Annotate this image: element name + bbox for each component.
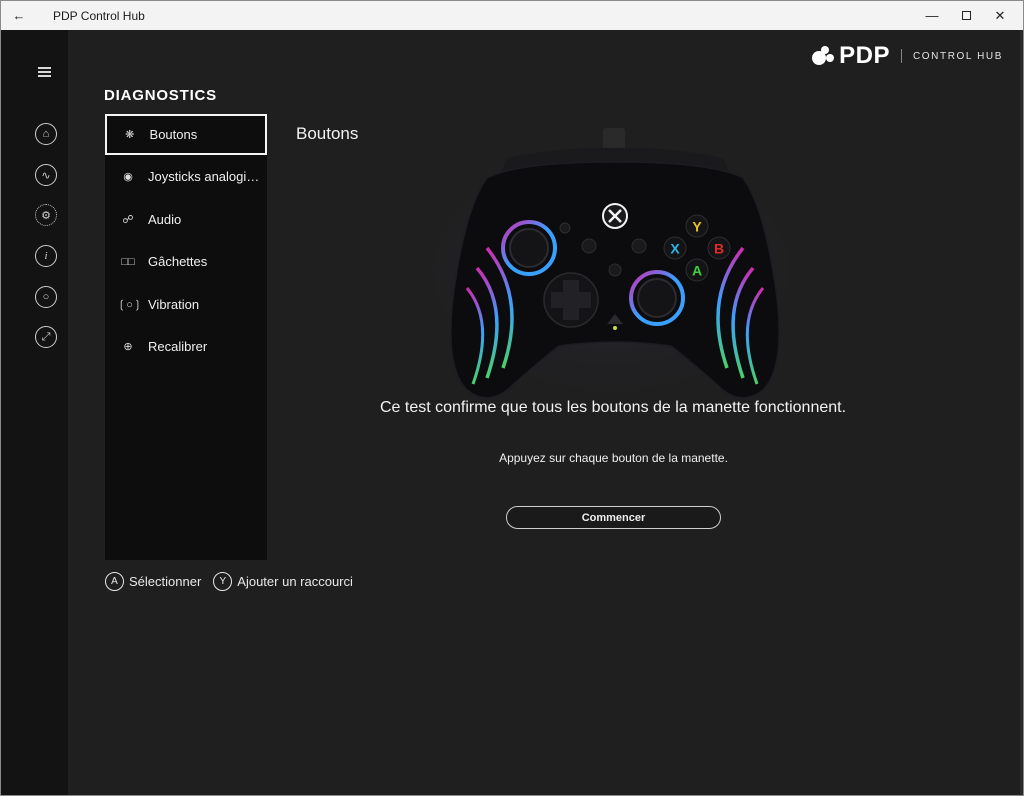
menu-item-label: Joysticks analogiques [148, 169, 266, 184]
menu-item-label: Recalibrer [148, 339, 208, 354]
menu-item-label: Vibration [148, 297, 200, 312]
share-button [608, 263, 622, 277]
back-arrow-icon[interactable]: ← [1, 1, 37, 30]
hint-shortcut: Ajouter un raccourci [237, 574, 353, 589]
menu-item-joysticks[interactable]: ◉ Joysticks analogiques [105, 156, 267, 197]
headset-icon: ☍ [122, 214, 134, 226]
expand-icon[interactable]: ⤢ [35, 326, 57, 348]
diagnostics-menu: ❋ Boutons ◉ Joysticks analogiques ☍ Audi… [105, 114, 267, 560]
a-face-label: A [692, 263, 702, 279]
b-face-label: B [714, 241, 724, 257]
window-title: PDP Control Hub [53, 9, 145, 23]
app-window: ← PDP Control Hub — ✕ ⌂ ∿ ⚙ i ○ ⤢ PDP CO… [0, 0, 1024, 796]
recalibrate-icon: ⊕ [123, 341, 133, 353]
menu-item-audio[interactable]: ☍ Audio [105, 199, 267, 240]
y-face-label: Y [692, 219, 702, 235]
menu-item-label: Audio [148, 212, 182, 227]
test-description: Ce test confirme que tous les boutons de… [379, 399, 847, 416]
menu-item-gachettes[interactable]: □□ Gâchettes [105, 241, 267, 282]
home-icon[interactable]: ⌂ [35, 123, 57, 145]
vibration-icon: ❲○❳ [117, 299, 143, 311]
brand-name: PDP [839, 42, 890, 69]
left-joystick [509, 228, 549, 268]
menu-item-label: Boutons [149, 127, 198, 142]
controller-image: Y X B A [450, 128, 780, 399]
right-joystick [637, 278, 677, 318]
buttons-icon: ❋ [125, 129, 135, 141]
menu-item-boutons[interactable]: ❋ Boutons [105, 114, 267, 155]
brand-logo: PDP CONTROL HUB [812, 42, 1003, 70]
aux-button [559, 222, 571, 234]
pdp-logo-icon [812, 46, 835, 66]
view-button [581, 238, 597, 254]
menu-button [631, 238, 647, 254]
joystick-icon: ◉ [123, 171, 133, 183]
status-led [613, 326, 617, 330]
brand-divider [900, 49, 902, 63]
activity-icon[interactable]: ∿ [35, 164, 57, 186]
brand-product: CONTROL HUB [912, 50, 1003, 62]
window-edge [1020, 30, 1023, 795]
menu-icon[interactable] [38, 67, 51, 80]
triggers-icon: □□ [121, 255, 135, 268]
hint-select: Sélectionner [129, 574, 202, 589]
title-bar: ← PDP Control Hub — ✕ [1, 1, 1023, 30]
start-button[interactable]: Commencer [506, 506, 721, 529]
test-instruction: Appuyez sur chaque bouton de la manette. [499, 451, 728, 465]
section-title: DIAGNOSTICS [104, 87, 217, 104]
close-icon[interactable]: ✕ [977, 1, 1023, 30]
menu-item-label: Gâchettes [148, 254, 208, 269]
controller-hints: A Sélectionner Y Ajouter un raccourci [105, 572, 353, 591]
controller-body [450, 161, 780, 399]
menu-item-vibration[interactable]: ❲○❳ Vibration [105, 284, 267, 325]
x-face-label: X [670, 241, 680, 257]
app-body: ⌂ ∿ ⚙ i ○ ⤢ PDP CONTROL HUB DIAGNOSTICS … [1, 30, 1023, 795]
content-title: Boutons [296, 124, 359, 143]
y-button-icon: Y [213, 572, 233, 591]
nav-rail: ⌂ ∿ ⚙ i ○ ⤢ [1, 30, 68, 795]
controller-icon[interactable]: ○ [35, 286, 57, 308]
settings-gear-icon[interactable]: ⚙ [35, 204, 57, 226]
a-button-icon: A [105, 572, 124, 591]
info-icon[interactable]: i [35, 245, 57, 267]
menu-item-recalibrer[interactable]: ⊕ Recalibrer [105, 326, 267, 367]
